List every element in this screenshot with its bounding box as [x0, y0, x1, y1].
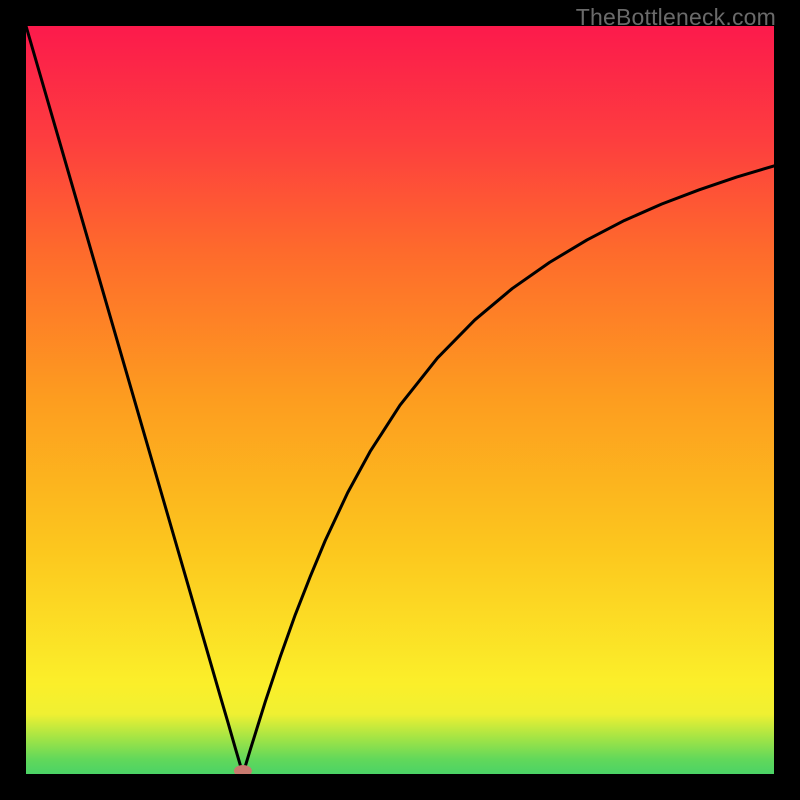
chart-frame: TheBottleneck.com [0, 0, 800, 800]
gradient-background [26, 26, 774, 774]
watermark: TheBottleneck.com [576, 4, 776, 31]
plot-area [26, 26, 774, 774]
chart-svg [26, 26, 774, 774]
